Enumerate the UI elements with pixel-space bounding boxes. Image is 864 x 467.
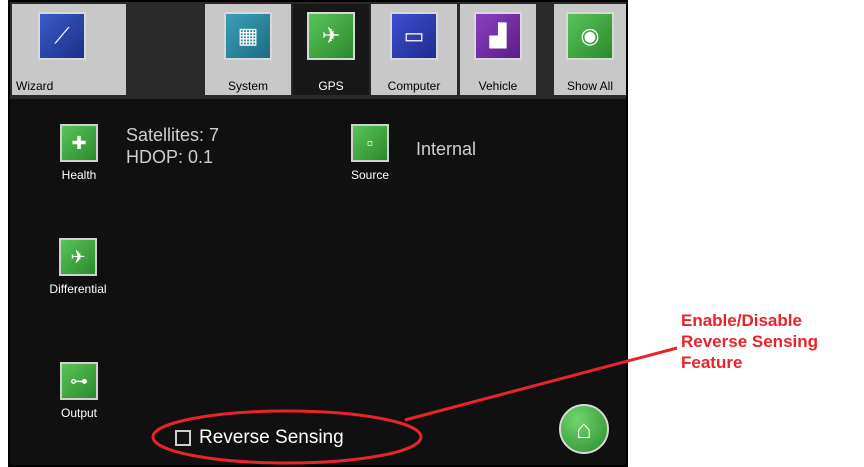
annotation-callout: Enable/Disable Reverse Sensing Feature xyxy=(681,310,818,373)
annotation-line-2: Reverse Sensing xyxy=(681,332,819,351)
annotation-leader-line xyxy=(404,346,678,422)
annotation-overlay xyxy=(151,346,678,465)
highlight-ellipse xyxy=(151,409,423,465)
annotation-line-1: Enable/Disable xyxy=(681,311,802,330)
annotation-line-3: Feature xyxy=(681,353,743,372)
